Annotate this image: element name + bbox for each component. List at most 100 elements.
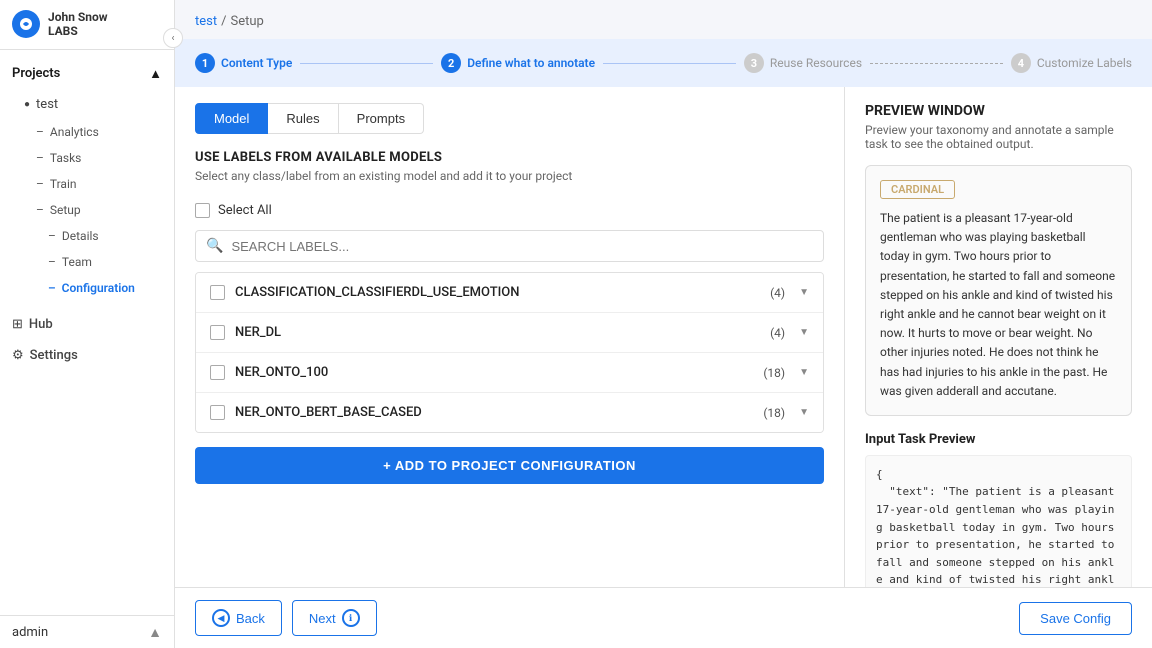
- project-name-label: test: [36, 97, 58, 112]
- breadcrumb: test / Setup: [175, 0, 1152, 39]
- input-task-title: Input Task Preview: [865, 432, 1132, 447]
- chevron-icon-2: ▼: [799, 367, 809, 378]
- breadcrumb-current: Setup: [230, 14, 263, 29]
- details-label: Details: [62, 229, 99, 243]
- sidebar: John Snow LABS Projects ▲ ● test – Analy…: [0, 0, 175, 648]
- preview-text: The patient is a pleasant 17-year-old ge…: [880, 209, 1117, 401]
- logo-name2: LABS: [48, 24, 108, 38]
- search-box: 🔍: [195, 230, 824, 262]
- dot-icon: –: [48, 229, 56, 243]
- preview-desc: Preview your taxonomy and annotate a sam…: [865, 123, 1132, 151]
- select-all-row[interactable]: Select All: [195, 195, 824, 226]
- footer: ◀ Back Next ℹ Save Config: [175, 587, 1152, 648]
- tab-rules[interactable]: Rules: [268, 103, 338, 134]
- model-name-2: NER_ONTO_100: [235, 365, 753, 380]
- sidebar-item-team[interactable]: – Team: [0, 249, 174, 275]
- collapse-button[interactable]: ▲: [148, 624, 162, 640]
- sidebar-item-test[interactable]: ● test: [0, 90, 174, 119]
- dot-icon: –: [36, 151, 44, 165]
- train-label: Train: [50, 177, 77, 191]
- sidebar-item-setup[interactable]: – Setup: [0, 197, 174, 223]
- dot-icon: –: [36, 177, 44, 191]
- sidebar-item-analytics[interactable]: – Analytics: [0, 119, 174, 145]
- sidebar-item-configuration[interactable]: – Configuration: [0, 275, 174, 301]
- logo-text: John Snow LABS: [48, 10, 108, 39]
- setup-label: Setup: [50, 203, 81, 217]
- model-checkbox-2[interactable]: [210, 365, 225, 380]
- sidebar-collapse-button[interactable]: ‹: [163, 28, 183, 48]
- chevron-up-icon: ▲: [149, 66, 162, 82]
- model-checkbox-1[interactable]: [210, 325, 225, 340]
- step-4: 4 Customize Labels: [1011, 53, 1132, 73]
- model-row-2[interactable]: NER_ONTO_100 (18) ▼: [196, 353, 823, 393]
- step-4-num: 4: [1011, 53, 1031, 73]
- step-2-num: 2: [441, 53, 461, 73]
- step-2-label: Define what to annotate: [467, 56, 595, 70]
- dot-icon: –: [36, 203, 44, 217]
- input-task-json: { "text": "The patient is a pleasant 17-…: [865, 455, 1132, 587]
- team-label: Team: [62, 255, 92, 269]
- sidebar-footer: admin ▲: [0, 615, 174, 648]
- model-checkbox-0[interactable]: [210, 285, 225, 300]
- chevron-icon-3: ▼: [799, 407, 809, 418]
- model-name-1: NER_DL: [235, 325, 760, 340]
- step-connector-2: [603, 63, 736, 64]
- logo-icon: [12, 10, 40, 38]
- step-3-num: 3: [744, 53, 764, 73]
- select-all-checkbox[interactable]: [195, 203, 210, 218]
- tab-prompts[interactable]: Prompts: [339, 103, 424, 134]
- main-content: test / Setup 1 Content Type 2 Define wha…: [175, 0, 1152, 648]
- projects-label: Projects: [12, 66, 60, 81]
- left-panel: Model Rules Prompts USE LABELS FROM AVAI…: [175, 87, 845, 587]
- model-count-3: (18): [763, 406, 785, 420]
- settings-icon: ⚙: [12, 348, 24, 363]
- hub-label: Hub: [29, 317, 53, 332]
- sidebar-item-details[interactable]: – Details: [0, 223, 174, 249]
- next-label: Next: [309, 611, 336, 626]
- preview-card: CARDINAL The patient is a pleasant 17-ye…: [865, 165, 1132, 416]
- add-to-project-button[interactable]: + ADD TO PROJECT CONFIGURATION: [195, 447, 824, 484]
- sidebar-item-settings[interactable]: ⚙ Settings: [0, 340, 174, 371]
- settings-label: Settings: [30, 348, 78, 363]
- sidebar-item-tasks[interactable]: – Tasks: [0, 145, 174, 171]
- step-4-label: Customize Labels: [1037, 56, 1132, 70]
- model-count-0: (4): [770, 286, 785, 300]
- tab-model[interactable]: Model: [195, 103, 268, 134]
- projects-section[interactable]: Projects ▲: [0, 58, 174, 90]
- search-input[interactable]: [231, 239, 813, 254]
- select-all-label: Select All: [218, 203, 272, 218]
- model-name-0: CLASSIFICATION_CLASSIFIERDL_USE_EMOTION: [235, 285, 760, 300]
- model-row-3[interactable]: NER_ONTO_BERT_BASE_CASED (18) ▼: [196, 393, 823, 432]
- model-row-1[interactable]: NER_DL (4) ▼: [196, 313, 823, 353]
- breadcrumb-separator: /: [221, 14, 226, 29]
- step-1: 1 Content Type: [195, 53, 292, 73]
- back-label: Back: [236, 611, 265, 626]
- stepper: 1 Content Type 2 Define what to annotate…: [175, 39, 1152, 87]
- dot-icon: –: [48, 255, 56, 269]
- content-area: Model Rules Prompts USE LABELS FROM AVAI…: [175, 87, 1152, 587]
- save-config-button[interactable]: Save Config: [1019, 602, 1132, 635]
- step-connector-1: [300, 63, 433, 64]
- step-1-label: Content Type: [221, 56, 292, 70]
- footer-left: ◀ Back Next ℹ: [195, 600, 377, 636]
- analytics-label: Analytics: [50, 125, 99, 139]
- step-3: 3 Reuse Resources: [744, 53, 862, 73]
- configuration-label: Configuration: [62, 281, 135, 295]
- search-icon: 🔍: [206, 238, 223, 254]
- next-button[interactable]: Next ℹ: [292, 600, 377, 636]
- chevron-icon-0: ▼: [799, 287, 809, 298]
- model-checkbox-3[interactable]: [210, 405, 225, 420]
- hub-icon: ⊞: [12, 317, 23, 332]
- right-panel: PREVIEW WINDOW Preview your taxonomy and…: [845, 87, 1152, 587]
- back-button[interactable]: ◀ Back: [195, 600, 282, 636]
- dot-icon: –: [36, 125, 44, 139]
- breadcrumb-parent[interactable]: test: [195, 14, 217, 29]
- model-count-1: (4): [770, 326, 785, 340]
- next-icon: ℹ: [342, 609, 360, 627]
- sidebar-nav: Projects ▲ ● test – Analytics – Tasks – …: [0, 50, 174, 615]
- cardinal-badge: CARDINAL: [880, 180, 955, 199]
- sidebar-item-train[interactable]: – Train: [0, 171, 174, 197]
- section-title: USE LABELS FROM AVAILABLE MODELS: [195, 150, 824, 165]
- model-row-0[interactable]: CLASSIFICATION_CLASSIFIERDL_USE_EMOTION …: [196, 273, 823, 313]
- sidebar-item-hub[interactable]: ⊞ Hub: [0, 309, 174, 340]
